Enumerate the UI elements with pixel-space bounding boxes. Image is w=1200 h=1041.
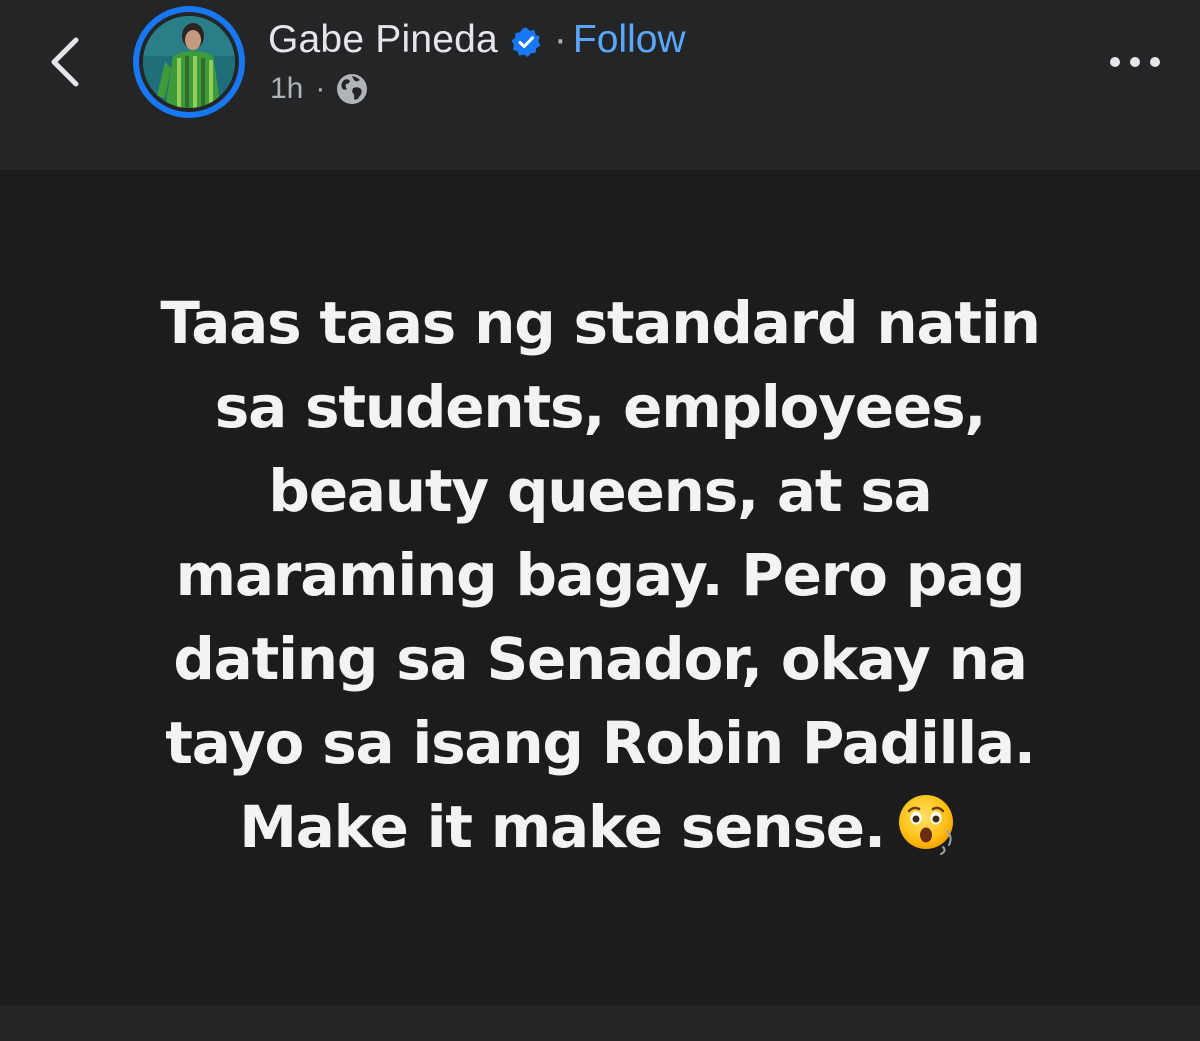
author-name[interactable]: Gabe Pineda	[268, 18, 498, 62]
post-line: Make it make sense.	[239, 793, 886, 861]
author-name-row: Gabe Pineda · Follow	[268, 14, 686, 66]
more-options-icon	[1110, 57, 1160, 67]
post-line: maraming bagay. Pero pag	[175, 541, 1026, 609]
more-options-button[interactable]	[1100, 44, 1170, 80]
post-line: beauty queens, at sa	[268, 457, 932, 525]
verified-badge-icon	[511, 27, 541, 57]
post-timestamp[interactable]: 1h	[270, 72, 303, 106]
globe-icon[interactable]	[335, 72, 369, 106]
name-separator: ·	[553, 18, 567, 61]
post-line: dating sa Senador, okay na	[173, 625, 1028, 693]
post-meta: 1h ·	[270, 68, 369, 110]
post-line: Taas taas ng standard natin	[160, 289, 1041, 357]
post-line: tayo sa isang Robin Padilla.	[165, 709, 1036, 777]
chevron-left-icon	[51, 37, 79, 87]
post-header: Gabe Pineda · Follow 1h ·	[0, 0, 1200, 170]
avatar-image	[143, 16, 235, 108]
back-button[interactable]	[36, 30, 96, 94]
author-avatar[interactable]	[133, 6, 245, 118]
post-content-card[interactable]: Taas taas ng standard natin sa students,…	[0, 170, 1200, 1005]
post-line-last: Make it make sense.	[100, 785, 1100, 869]
meta-separator: ·	[315, 72, 326, 105]
post-line: sa students, employees,	[214, 373, 987, 441]
follow-button[interactable]: Follow	[573, 18, 686, 62]
post-text: Taas taas ng standard natin sa students,…	[100, 281, 1100, 869]
astonished-face-emoji-icon	[898, 795, 953, 855]
post-footer	[0, 1005, 1200, 1041]
